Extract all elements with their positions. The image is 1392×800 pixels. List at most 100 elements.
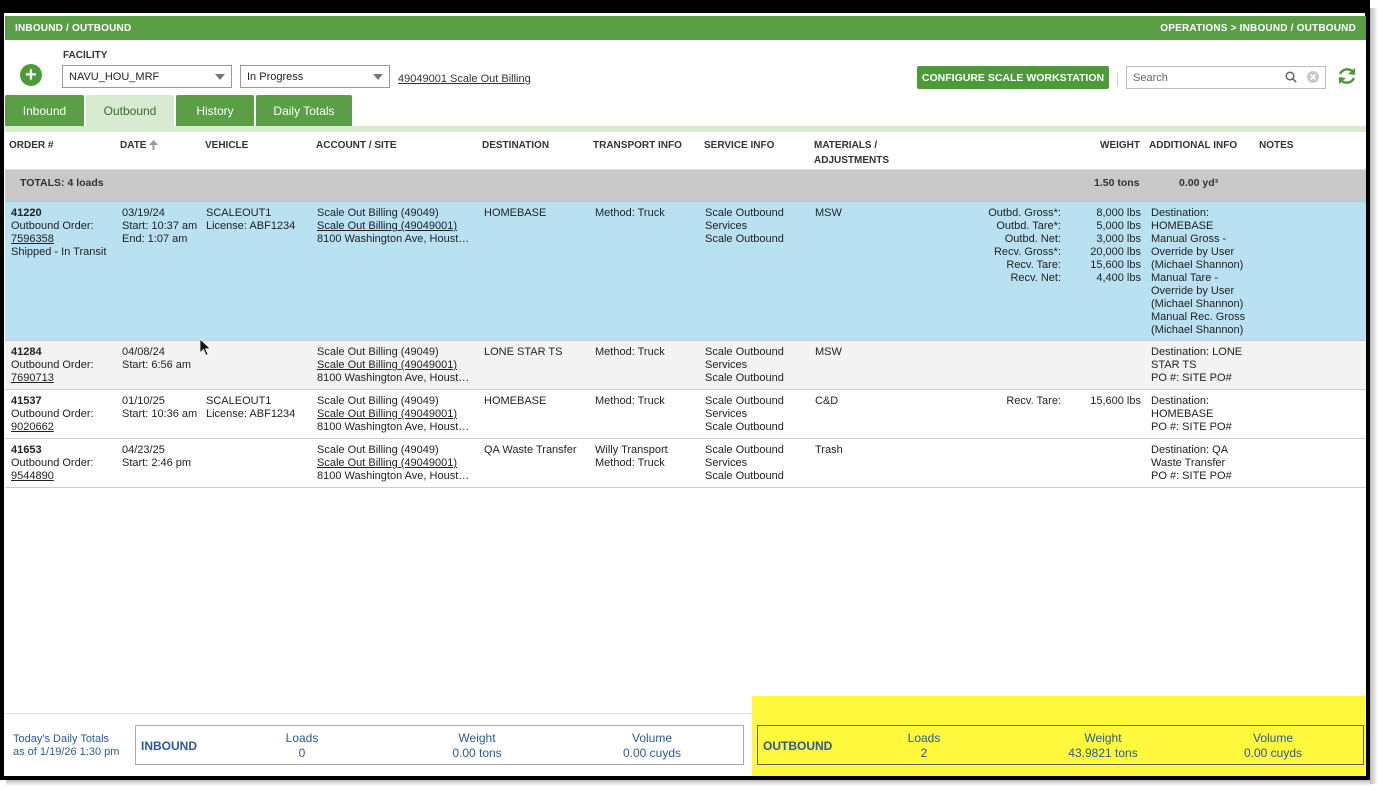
account-link[interactable]: Scale Out Billing (49049001) xyxy=(317,220,475,233)
outbound-weight: Weight 43.9821 tons xyxy=(1048,731,1158,761)
date-cell: 04/08/24 Start: 6:56 am xyxy=(122,346,191,372)
column-additional[interactable]: ADDITIONAL INFO xyxy=(1149,138,1237,153)
account-name: Scale Out Billing (49049) xyxy=(317,207,439,219)
inbound-weight: Weight 0.00 tons xyxy=(427,731,527,761)
date-value: 01/10/25 xyxy=(122,395,165,407)
destination-cell: QA Waste Transfer xyxy=(484,444,577,456)
weight-value: 4,400 lbs xyxy=(1096,272,1141,284)
service-line: Scale Outbound xyxy=(705,233,784,245)
additional-line: PO #: SITE PO# xyxy=(1151,421,1232,433)
outbound-loads-value: 2 xyxy=(920,746,928,760)
breadcrumb[interactable]: OPERATIONS > INBOUND / OUTBOUND xyxy=(1160,23,1356,34)
facility-select[interactable]: NAVU_HOU_MRF xyxy=(62,65,232,88)
tab-daily-totals[interactable]: Daily Totals xyxy=(256,95,352,126)
order-cell: 41220 Outbound Order: 7596358 Shipped - … xyxy=(11,207,106,259)
date-cell: 01/10/25 Start: 10:36 am xyxy=(122,395,197,421)
inbound-weight-value: 0.00 tons xyxy=(452,746,502,760)
order-link[interactable]: 9544890 xyxy=(11,470,94,483)
additional-line: PO #: SITE PO# xyxy=(1151,372,1232,384)
date-value: 04/08/24 xyxy=(122,346,165,358)
service-line: Scale Outbound xyxy=(705,207,784,219)
column-account[interactable]: ACCOUNT / SITE xyxy=(316,138,397,153)
date-value: 03/19/24 xyxy=(122,207,165,219)
weight-label: Outbd. Gross*: xyxy=(988,207,1061,219)
weight-values: 8,000 lbs 5,000 lbs 3,000 lbs 20,000 lbs… xyxy=(1065,207,1141,285)
transport-cell: Method: Truck xyxy=(595,207,665,219)
additional-line: Waste Transfer xyxy=(1151,457,1226,469)
vehicle-license: License: ABF1234 xyxy=(206,408,296,420)
tab-outbound[interactable]: Outbound xyxy=(86,95,174,126)
column-materials[interactable]: MATERIALS / ADJUSTMENTS xyxy=(814,138,889,168)
table-row[interactable]: 41537 Outbound Order: 9020662 01/10/25 S… xyxy=(5,390,1366,439)
service-cell: Scale Outbound Services Scale Outbound xyxy=(705,395,784,434)
column-notes[interactable]: NOTES xyxy=(1259,138,1293,153)
additional-line: Destination: QA xyxy=(1151,444,1229,456)
toolbar-divider xyxy=(1117,72,1118,86)
additional-line: Destination: xyxy=(1151,395,1210,407)
add-button[interactable]: + xyxy=(20,64,42,86)
order-label: Outbound Order: xyxy=(11,408,94,420)
service-line: Scale Outbound xyxy=(705,470,784,482)
additional-line: HOMEBASE xyxy=(1151,408,1214,420)
column-vehicle[interactable]: VEHICLE xyxy=(205,138,248,153)
transport-cell: Method: Truck xyxy=(595,395,665,407)
start-time: Start: 6:56 am xyxy=(122,359,192,371)
totals-tons: 1.50 tons xyxy=(1094,177,1140,189)
column-date-label: DATE xyxy=(120,140,147,151)
table-row[interactable]: 41653 Outbound Order: 9544890 04/23/25 S… xyxy=(5,439,1366,488)
destination-cell: HOMEBASE xyxy=(484,207,547,219)
account-link[interactable]: Scale Out Billing (49049001) xyxy=(317,457,475,470)
date-cell: 04/23/25 Start: 2:46 pm xyxy=(122,444,191,470)
additional-line: STAR TS xyxy=(1151,359,1197,371)
order-link[interactable]: 9020662 xyxy=(11,421,94,434)
service-line: Scale Outbound xyxy=(705,421,784,433)
outbound-weight-value: 43.9821 tons xyxy=(1068,746,1138,760)
billing-link[interactable]: 49049001 Scale Out Billing xyxy=(398,73,531,85)
page-title: INBOUND / OUTBOUND xyxy=(15,22,132,34)
column-weight[interactable]: WEIGHT xyxy=(1100,138,1140,153)
weight-value: 15,600 lbs xyxy=(1090,259,1141,271)
daily-totals-timestamp: as of 1/19/26 1:30 pm xyxy=(13,746,120,758)
account-link[interactable]: Scale Out Billing (49049001) xyxy=(317,408,475,421)
account-cell: Scale Out Billing (49049) Scale Out Bill… xyxy=(317,395,475,434)
additional-line: Override by User xyxy=(1151,285,1235,297)
table-row[interactable]: 41220 Outbound Order: 7596358 Shipped - … xyxy=(5,201,1366,341)
column-order[interactable]: ORDER # xyxy=(9,138,53,153)
status-select[interactable]: In Progress xyxy=(240,65,390,88)
additional-line: Destination: xyxy=(1151,207,1210,219)
clear-icon[interactable] xyxy=(1306,70,1320,84)
order-number: 41284 xyxy=(11,346,42,358)
additional-line: (Michael Shannon) xyxy=(1151,259,1244,271)
column-service[interactable]: SERVICE INFO xyxy=(704,138,774,153)
transport-line: Method: Truck xyxy=(595,457,665,469)
service-line: Services xyxy=(705,220,748,232)
weight-value: 15,600 lbs xyxy=(1090,395,1141,407)
account-cell: Scale Out Billing (49049) Scale Out Bill… xyxy=(317,346,475,385)
tab-inbound[interactable]: Inbound xyxy=(5,95,84,126)
date-value: 04/23/25 xyxy=(122,444,165,456)
material-cell: MSW xyxy=(815,346,842,358)
configure-scale-button[interactable]: CONFIGURE SCALE WORKSTATION xyxy=(917,66,1109,89)
inbound-loads-label: Loads xyxy=(285,731,319,745)
inbound-title: INBOUND xyxy=(141,739,197,753)
status-select-value: In Progress xyxy=(247,71,304,83)
account-link[interactable]: Scale Out Billing (49049001) xyxy=(317,359,475,372)
order-cell: 41537 Outbound Order: 9020662 xyxy=(11,395,94,434)
column-date[interactable]: DATE xyxy=(120,138,159,153)
service-line: Services xyxy=(705,359,748,371)
frame-shadow-right xyxy=(1370,8,1378,784)
refresh-icon[interactable] xyxy=(1336,65,1358,87)
account-cell: Scale Out Billing (49049) Scale Out Bill… xyxy=(317,207,475,246)
weight-label: Recv. Tare: xyxy=(1006,259,1061,271)
vehicle-cell: SCALEOUT1 License: ABF1234 xyxy=(206,207,295,233)
order-link[interactable]: 7596358 xyxy=(11,233,106,246)
order-link[interactable]: 7690713 xyxy=(11,372,94,385)
search-icon[interactable] xyxy=(1285,71,1297,83)
account-address: 8100 Washington Ave, Houston, TX xyxy=(317,470,475,482)
order-cell: 41284 Outbound Order: 7690713 xyxy=(11,346,94,385)
service-line: Scale Outbound xyxy=(705,372,784,384)
weight-value: 8,000 lbs xyxy=(1096,207,1141,219)
column-destination[interactable]: DESTINATION xyxy=(482,138,549,153)
column-transport[interactable]: TRANSPORT INFO xyxy=(593,138,682,153)
tab-history[interactable]: History xyxy=(176,95,254,126)
